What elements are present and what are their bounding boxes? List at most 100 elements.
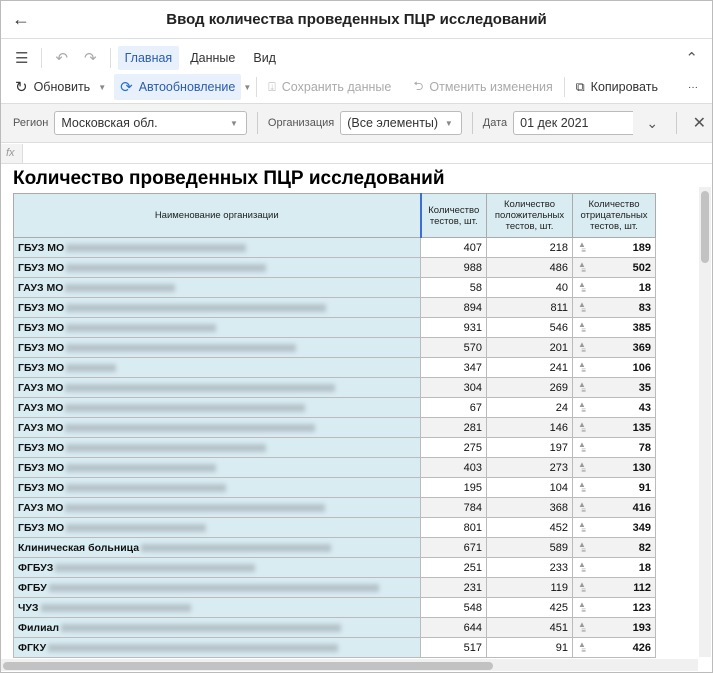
save-button[interactable]: ⍗ Сохранить данные xyxy=(262,76,397,99)
negative-tests-cell[interactable]: ▲ ≡ 78 xyxy=(572,437,656,458)
positive-tests-cell[interactable]: 146 xyxy=(486,417,573,438)
region-select[interactable]: Московская обл. ▼ xyxy=(54,111,247,135)
positive-tests-cell[interactable]: 233 xyxy=(486,557,573,578)
negative-tests-cell[interactable]: ▲ ≡ 82 xyxy=(572,537,656,558)
org-name-cell[interactable]: ГБУЗ МО xyxy=(13,297,421,318)
tab-home[interactable]: Главная xyxy=(117,46,180,70)
total-tests-cell[interactable]: 304 xyxy=(420,377,487,398)
total-tests-cell[interactable]: 894 xyxy=(420,297,487,318)
total-tests-cell[interactable]: 517 xyxy=(420,637,487,658)
total-tests-cell[interactable]: 570 xyxy=(420,337,487,358)
org-name-cell[interactable]: ГБУЗ МО xyxy=(13,257,421,278)
negative-tests-cell[interactable]: ▲ ≡ 189 xyxy=(572,237,656,258)
undo-icon[interactable]: ↶ xyxy=(49,49,74,67)
negative-tests-cell[interactable]: ▲ ≡ 123 xyxy=(572,597,656,618)
negative-tests-cell[interactable]: ▲ ≡ 385 xyxy=(572,317,656,338)
org-name-cell[interactable]: ГАУЗ МО xyxy=(13,497,421,518)
org-name-cell[interactable]: ГБУЗ МО xyxy=(13,477,421,498)
tab-view[interactable]: Вид xyxy=(246,46,283,70)
total-tests-cell[interactable]: 407 xyxy=(420,237,487,258)
positive-tests-cell[interactable]: 218 xyxy=(486,237,573,258)
org-name-cell[interactable]: ГБУЗ МО xyxy=(13,237,421,258)
negative-tests-cell[interactable]: ▲ ≡ 43 xyxy=(572,397,656,418)
positive-tests-cell[interactable]: 104 xyxy=(486,477,573,498)
back-arrow-icon[interactable]: ← xyxy=(1,9,41,30)
negative-tests-cell[interactable]: ▲ ≡ 83 xyxy=(572,297,656,318)
positive-tests-cell[interactable]: 241 xyxy=(486,357,573,378)
org-name-cell[interactable]: ФГБУ xyxy=(13,577,421,598)
total-tests-cell[interactable]: 548 xyxy=(420,597,487,618)
negative-tests-cell[interactable]: ▲ ≡ 349 xyxy=(572,517,656,538)
total-tests-cell[interactable]: 801 xyxy=(420,517,487,538)
positive-tests-cell[interactable]: 811 xyxy=(486,297,573,318)
org-name-cell[interactable]: ГБУЗ МО xyxy=(13,437,421,458)
positive-tests-cell[interactable]: 273 xyxy=(486,457,573,478)
org-name-cell[interactable]: ЧУЗ xyxy=(13,597,421,618)
negative-tests-cell[interactable]: ▲ ≡ 18 xyxy=(572,557,656,578)
positive-tests-cell[interactable]: 368 xyxy=(486,497,573,518)
negative-tests-cell[interactable]: ▲ ≡ 426 xyxy=(572,637,656,658)
org-name-cell[interactable]: ГБУЗ МО xyxy=(13,357,421,378)
redo-icon[interactable]: ↷ xyxy=(78,49,103,67)
total-tests-cell[interactable]: 403 xyxy=(420,457,487,478)
negative-tests-cell[interactable]: ▲ ≡ 502 xyxy=(572,257,656,278)
total-tests-cell[interactable]: 275 xyxy=(420,437,487,458)
total-tests-cell[interactable]: 281 xyxy=(420,417,487,438)
formula-input[interactable] xyxy=(23,144,712,163)
total-tests-cell[interactable]: 67 xyxy=(420,397,487,418)
positive-tests-cell[interactable]: 40 xyxy=(486,277,573,298)
negative-tests-cell[interactable]: ▲ ≡ 193 xyxy=(572,617,656,638)
org-name-cell[interactable]: ГБУЗ МО xyxy=(13,317,421,338)
org-select[interactable]: (Все элементы) ▼ xyxy=(340,111,462,135)
more-button[interactable]: ··· xyxy=(682,78,704,97)
total-tests-cell[interactable]: 195 xyxy=(420,477,487,498)
negative-tests-cell[interactable]: ▲ ≡ 106 xyxy=(572,357,656,378)
positive-tests-cell[interactable]: 91 xyxy=(486,637,573,658)
negative-tests-cell[interactable]: ▲ ≡ 91 xyxy=(572,477,656,498)
total-tests-cell[interactable]: 644 xyxy=(420,617,487,638)
positive-tests-cell[interactable]: 197 xyxy=(486,437,573,458)
positive-tests-cell[interactable]: 546 xyxy=(486,317,573,338)
org-name-cell[interactable]: ФГКУ xyxy=(13,637,421,658)
negative-tests-cell[interactable]: ▲ ≡ 416 xyxy=(572,497,656,518)
refresh-dropdown-icon[interactable]: ▼ xyxy=(98,83,106,92)
total-tests-cell[interactable]: 784 xyxy=(420,497,487,518)
autorefresh-button[interactable]: ⟳ Автообновление xyxy=(114,74,242,100)
positive-tests-cell[interactable]: 451 xyxy=(486,617,573,638)
total-tests-cell[interactable]: 231 xyxy=(420,577,487,598)
collapse-chevron-icon[interactable]: ⌃ xyxy=(679,49,704,67)
tab-data[interactable]: Данные xyxy=(183,46,242,70)
positive-tests-cell[interactable]: 452 xyxy=(486,517,573,538)
negative-tests-cell[interactable]: ▲ ≡ 130 xyxy=(572,457,656,478)
org-name-cell[interactable]: ГАУЗ МО xyxy=(13,377,421,398)
org-name-cell[interactable]: ГАУЗ МО xyxy=(13,417,421,438)
date-input[interactable]: 01 дек 2021 xyxy=(513,111,633,135)
cancel-changes-button[interactable]: ⮌ Отменить изменения xyxy=(407,73,558,102)
org-name-cell[interactable]: ГАУЗ МО xyxy=(13,277,421,298)
org-name-cell[interactable]: ГБУЗ МО xyxy=(13,337,421,358)
total-tests-cell[interactable]: 251 xyxy=(420,557,487,578)
negative-tests-cell[interactable]: ▲ ≡ 112 xyxy=(572,577,656,598)
vertical-scroll-thumb[interactable] xyxy=(701,191,709,263)
positive-tests-cell[interactable]: 589 xyxy=(486,537,573,558)
total-tests-cell[interactable]: 988 xyxy=(420,257,487,278)
total-tests-cell[interactable]: 671 xyxy=(420,537,487,558)
org-name-cell[interactable]: ГБУЗ МО xyxy=(13,517,421,538)
negative-tests-cell[interactable]: ▲ ≡ 135 xyxy=(572,417,656,438)
org-name-cell[interactable]: ГБУЗ МО xyxy=(13,457,421,478)
positive-tests-cell[interactable]: 24 xyxy=(486,397,573,418)
autorefresh-dropdown-icon[interactable]: ▼ xyxy=(243,83,251,92)
org-name-cell[interactable]: Филиал xyxy=(13,617,421,638)
org-name-cell[interactable]: ГАУЗ МО xyxy=(13,397,421,418)
negative-tests-cell[interactable]: ▲ ≡ 369 xyxy=(572,337,656,358)
horizontal-scroll-thumb[interactable] xyxy=(3,662,493,670)
positive-tests-cell[interactable]: 119 xyxy=(486,577,573,598)
copy-button[interactable]: ⧉ Копировать xyxy=(570,76,664,99)
org-name-cell[interactable]: ФГБУЗ xyxy=(13,557,421,578)
positive-tests-cell[interactable]: 201 xyxy=(486,337,573,358)
total-tests-cell[interactable]: 58 xyxy=(420,277,487,298)
clear-close-icon[interactable]: ✕ xyxy=(687,113,712,133)
negative-tests-cell[interactable]: ▲ ≡ 35 xyxy=(572,377,656,398)
positive-tests-cell[interactable]: 486 xyxy=(486,257,573,278)
total-tests-cell[interactable]: 931 xyxy=(420,317,487,338)
